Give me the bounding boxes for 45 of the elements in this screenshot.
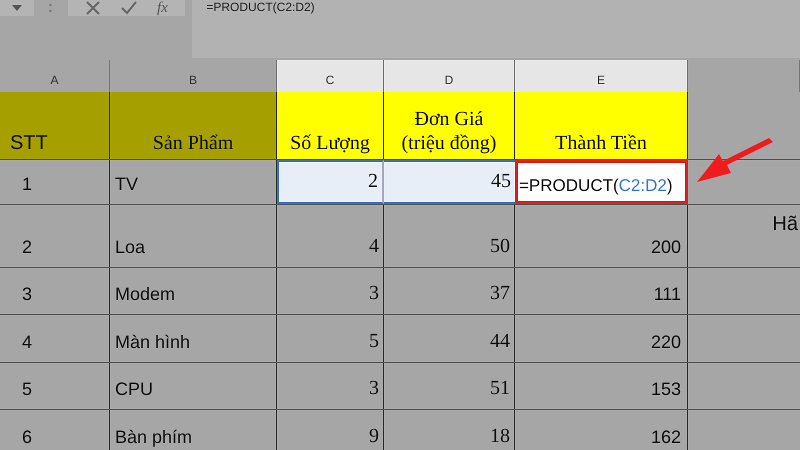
table-cell[interactable]: 37 [384,268,515,314]
dropdown-caret-icon[interactable] [12,5,22,11]
table-cell[interactable]: 45 [384,160,515,204]
insert-function-button[interactable]: fx [157,0,168,20]
header-cell: STT [0,92,110,159]
column-header[interactable]: E [515,60,688,92]
table-cell: 220 [515,315,688,362]
cancel-icon[interactable] [85,0,102,16]
table-cell: Modem [110,268,277,314]
column-header[interactable]: C [277,60,384,92]
table-cell[interactable]: 5 [277,315,384,362]
cell-text: Hã [772,212,798,237]
table-cell: 1 [0,160,110,204]
table-cell[interactable]: 9 [277,410,384,450]
header-cell: Đơn Giá (triệu đồng) [384,92,515,159]
table-cell: 162 [515,410,688,450]
table-cell: 4 [0,315,110,362]
column-header[interactable]: D [384,60,515,92]
table-cell[interactable]: 3 [277,363,384,409]
table-cell[interactable]: 50 [384,205,515,267]
formula-field[interactable]: =PRODUCT(C2:D2) [192,0,800,58]
table-cell[interactable]: 18 [384,410,515,450]
table-cell: 111 [515,268,688,314]
table-cell: Bàn phím [110,410,277,450]
table-cell: 5 [0,363,110,409]
header-cell: Thành Tiền [515,92,688,159]
formula-text: =PRODUCT(C2:D2) [519,174,673,196]
grip-icon [49,2,52,14]
table-cell[interactable]: 51 [384,363,515,409]
table-cell: 153 [515,363,688,409]
table-cell: 2 [0,205,110,267]
table-cell[interactable]: 44 [384,315,515,362]
table-cell: Loa [110,205,277,267]
table-cell[interactable]: 4 [277,205,384,267]
table-cell[interactable]: 2 [277,160,384,204]
formula-cell[interactable]: =PRODUCT(C2:D2) [515,160,688,204]
header-cell: Số Lượng [277,92,384,159]
table-cell: 3 [0,268,110,314]
table-cell: 200 [515,205,688,267]
table-cell: 6 [0,410,110,450]
table-cell: CPU [110,363,277,409]
table-cell: Màn hình [110,315,277,362]
check-icon[interactable] [120,0,138,16]
header-cell: Sản Phẩm [110,92,277,159]
table-cell[interactable]: 3 [277,268,384,314]
